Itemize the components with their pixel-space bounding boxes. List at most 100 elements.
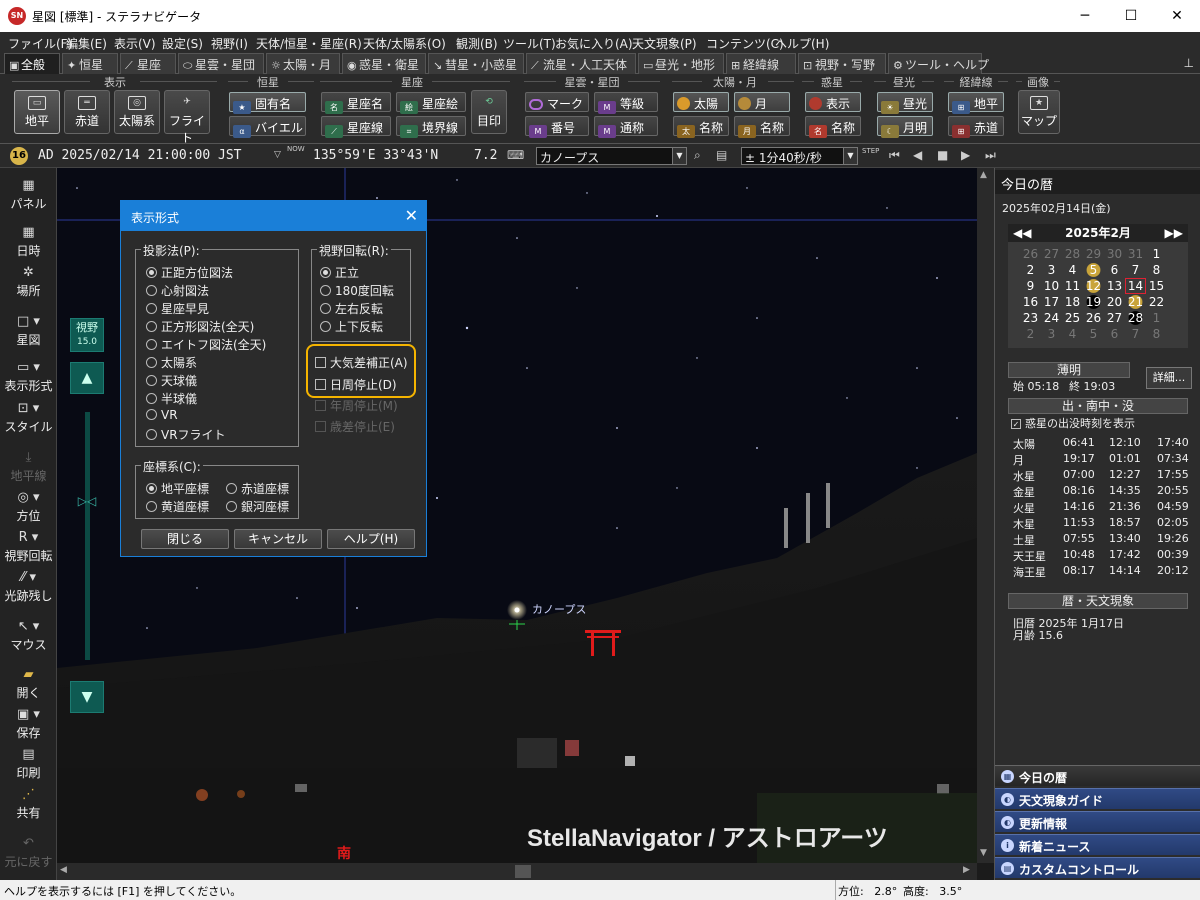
- calendar-day[interactable]: 16: [1020, 294, 1041, 310]
- calendar-day[interactable]: 11: [1062, 278, 1083, 294]
- calendar-day[interactable]: 5: [1083, 326, 1104, 342]
- menu-tools[interactable]: ツール(T): [503, 35, 556, 52]
- tab-grid[interactable]: ⊞ 経緯線: [726, 53, 796, 74]
- calendar-day[interactable]: 9: [1020, 278, 1041, 294]
- prev-month-icon[interactable]: ◀◀: [1013, 224, 1031, 242]
- vertical-scrollbar[interactable]: ▲ ▼: [977, 168, 994, 863]
- keyboard-icon[interactable]: ⌨: [507, 148, 524, 162]
- scroll-down-icon[interactable]: ▼: [980, 848, 987, 858]
- zoom-out-button[interactable]: ▼: [70, 681, 104, 713]
- calendar-day[interactable]: 23: [1020, 310, 1041, 326]
- skip-forward-icon[interactable]: ⏭: [985, 148, 996, 163]
- calendar-day[interactable]: 2: [1020, 262, 1041, 278]
- nav-news[interactable]: i 新着ニュース: [995, 834, 1200, 855]
- calendar-day[interactable]: 8: [1146, 326, 1167, 342]
- dialog-close-button[interactable]: 閉じる: [141, 529, 229, 549]
- tab-meteors[interactable]: ⟋ 流星・人工天体: [526, 53, 636, 74]
- scroll-up-icon[interactable]: ▲: [980, 170, 987, 180]
- print-button[interactable]: ▤ 印刷: [0, 747, 57, 781]
- menu-contents[interactable]: コンテンツ(C): [706, 35, 784, 52]
- constellation-line-button[interactable]: ⟋ 星座線: [321, 116, 391, 138]
- tab-daylight[interactable]: ▭ 昼光・地形: [638, 53, 724, 74]
- trail-button[interactable]: ⁄⁄ ▾ 光跡残し: [0, 570, 57, 604]
- landmark-button[interactable]: ⟲ 目印: [471, 90, 507, 134]
- sun-name-button[interactable]: 太名称: [673, 116, 729, 138]
- moon-display-button[interactable]: 月: [734, 92, 790, 112]
- projection-radio[interactable]: 太陽系: [146, 354, 197, 371]
- projection-radio[interactable]: 天球儀: [146, 372, 197, 389]
- maximize-button[interactable]: ☐: [1108, 0, 1154, 32]
- tab-constellations[interactable]: ⟋ 星座: [120, 53, 176, 74]
- datetime-button[interactable]: ▦ 日時: [0, 225, 57, 259]
- menu-phenomena[interactable]: 天文現象(P): [632, 35, 697, 52]
- play-back-icon[interactable]: ◀: [913, 148, 922, 162]
- menu-observe[interactable]: 観測(B): [456, 35, 498, 52]
- pin-icon[interactable]: ⊥: [1184, 56, 1194, 70]
- view-equatorial-button[interactable]: ═ 赤道: [64, 90, 110, 134]
- dialog-cancel-button[interactable]: キャンセル: [234, 529, 322, 549]
- calendar-day[interactable]: 4: [1062, 262, 1083, 278]
- planet-display-button[interactable]: 表示: [805, 92, 861, 112]
- calendar-day[interactable]: 26: [1020, 246, 1041, 262]
- menu-file[interactable]: ファイル(F): [8, 35, 72, 52]
- sun-display-button[interactable]: 太陽: [673, 92, 729, 112]
- time-step-select[interactable]: ± 1分40秒/秒 ▼: [741, 147, 858, 165]
- projection-radio[interactable]: 星座早見: [146, 300, 209, 317]
- starmap-button[interactable]: □ ▾ 星図: [0, 314, 57, 348]
- tab-tools-help[interactable]: ⚙ ツール・ヘルプ: [888, 53, 989, 74]
- calendar-day[interactable]: 19: [1083, 294, 1104, 310]
- calendar-day[interactable]: 20: [1104, 294, 1125, 310]
- calendar-day[interactable]: 1: [1146, 310, 1167, 326]
- tab-nebulae[interactable]: ⬭ 星雲・星団: [178, 53, 264, 74]
- datetime-display[interactable]: AD 2025/02/14 21:00:00 JST: [38, 148, 242, 163]
- daylight-button[interactable]: ☀ 昼光: [877, 92, 933, 114]
- horizon-grid-button[interactable]: ⊞ 地平: [948, 92, 1004, 114]
- boundary-line-button[interactable]: ⌗ 境界線: [396, 116, 466, 138]
- menu-stars-constellations[interactable]: 天体/恒星・星座(R): [256, 35, 362, 52]
- calendar-day[interactable]: 10: [1041, 278, 1062, 294]
- now-button[interactable]: NOW: [287, 145, 305, 153]
- skip-back-icon[interactable]: ⏮: [889, 148, 900, 163]
- calendar-day[interactable]: 30: [1104, 246, 1125, 262]
- calendar-day[interactable]: 31: [1125, 246, 1146, 262]
- planet-name-button[interactable]: 名名称: [805, 116, 861, 138]
- rotation-radio[interactable]: 上下反転: [320, 318, 383, 335]
- rise-set-checkbox[interactable]: ✓ 惑星の出没時刻を表示: [1011, 415, 1135, 431]
- minimize-button[interactable]: ─: [1062, 0, 1108, 32]
- calendar-day[interactable]: 21: [1125, 294, 1146, 310]
- coordinate-radio[interactable]: 赤道座標: [226, 480, 289, 497]
- rotation-radio[interactable]: 左右反転: [320, 300, 383, 317]
- display-format-button[interactable]: ▭ ▾ 表示形式: [0, 360, 57, 394]
- panel-button[interactable]: ▦ パネル: [0, 178, 57, 212]
- projection-radio[interactable]: 半球儀: [146, 390, 197, 407]
- calendar-day[interactable]: 15: [1146, 278, 1167, 294]
- view-flight-button[interactable]: ✈ フライト: [164, 90, 210, 145]
- calendar-day[interactable]: 25: [1062, 310, 1083, 326]
- coordinate-radio[interactable]: 地平座標: [146, 480, 209, 497]
- fov-value[interactable]: 7.2: [474, 148, 497, 163]
- calendar-day[interactable]: 3: [1041, 262, 1062, 278]
- play-icon[interactable]: ▶: [961, 148, 970, 162]
- style-button[interactable]: ⊡ ▾ スタイル: [0, 401, 57, 435]
- star-bayer-button[interactable]: α バイエル: [229, 116, 306, 138]
- share-button[interactable]: ⋰ 共有: [0, 787, 57, 821]
- calendar-day[interactable]: 6: [1104, 326, 1125, 342]
- projection-radio[interactable]: VRフライト: [146, 426, 226, 443]
- projection-radio[interactable]: 心射図法: [146, 282, 209, 299]
- calendar-day[interactable]: 13: [1104, 278, 1125, 294]
- tab-sun-moon[interactable]: ☼ 太陽・月: [266, 53, 340, 74]
- projection-radio[interactable]: エイトフ図法(全天): [146, 336, 266, 353]
- calendar-day[interactable]: 28: [1125, 310, 1146, 326]
- coordinate-radio[interactable]: 黄道座標: [146, 498, 209, 515]
- nebula-common-name-button[interactable]: M 通称: [594, 116, 658, 138]
- calendar-day[interactable]: 29: [1083, 246, 1104, 262]
- calendar-day[interactable]: 24: [1041, 310, 1062, 326]
- view-horizon-button[interactable]: ▭ 地平: [14, 90, 60, 134]
- open-button[interactable]: ▰ 開く: [0, 667, 57, 701]
- menu-edit[interactable]: 編集(E): [66, 35, 107, 52]
- calendar-day[interactable]: 7: [1125, 326, 1146, 342]
- zoom-slider-track[interactable]: [85, 412, 90, 660]
- calendar-day[interactable]: 27: [1041, 246, 1062, 262]
- calendar-day[interactable]: 3: [1041, 326, 1062, 342]
- map-button[interactable]: ★ マップ: [1018, 90, 1060, 134]
